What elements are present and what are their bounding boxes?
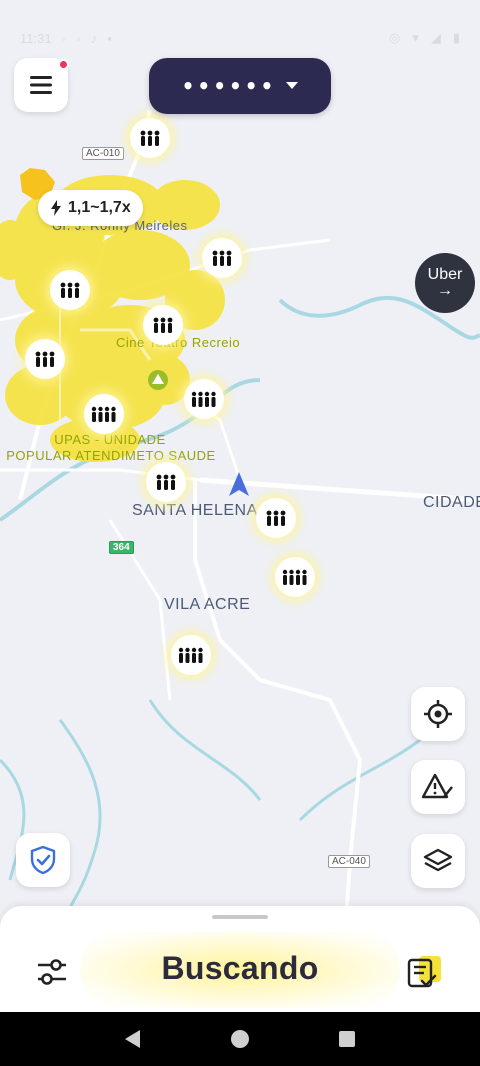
home-icon[interactable]: [230, 1029, 250, 1049]
tasks-button[interactable]: [400, 950, 448, 994]
passenger-cluster-icon[interactable]: [171, 635, 211, 675]
layers-button[interactable]: [411, 834, 465, 888]
warning-edit-icon: [422, 773, 453, 799]
battery-icon: ▮: [452, 30, 460, 45]
status-time: 11:31: [20, 30, 52, 46]
passenger-cluster-icon[interactable]: [184, 379, 224, 419]
crosshair-icon: [424, 700, 452, 728]
map-label-upas-2: POPULAR ATENDIMETO SAUDE: [6, 448, 216, 463]
map-label-santa-helena: SANTA HELENA: [132, 502, 258, 519]
caret-down-icon: [286, 82, 299, 89]
road-badge-ac010: AC-010: [82, 147, 124, 160]
bottom-sheet[interactable]: Buscando: [0, 906, 480, 1014]
passenger-cluster-icon[interactable]: [130, 118, 170, 158]
android-nav-bar: [0, 1012, 480, 1066]
map-view[interactable]: Gr. J. Ronny Meireles Cine Teatro Recrei…: [0, 0, 480, 1010]
map-label-upas-1: UPAS - UNIDADE: [54, 432, 166, 447]
passenger-cluster-icon[interactable]: [146, 462, 186, 502]
arrow-right-icon: →: [437, 282, 453, 299]
hamburger-icon: [30, 76, 52, 94]
passenger-cluster-icon[interactable]: [202, 238, 242, 278]
road-badge-364: 364: [109, 541, 134, 554]
sheet-handle[interactable]: [212, 915, 268, 919]
menu-button[interactable]: [14, 58, 69, 112]
passenger-cluster-icon[interactable]: [256, 498, 296, 538]
lightning-icon: [51, 200, 61, 216]
uber-label: Uber: [427, 266, 463, 283]
filter-button[interactable]: [30, 950, 74, 994]
recents-icon[interactable]: [338, 1030, 356, 1048]
surge-multiplier: 1,1~1,7x: [68, 199, 131, 216]
notification-dot: [58, 59, 69, 70]
report-button[interactable]: [411, 760, 465, 814]
road-badge-ac040: AC-040: [328, 855, 370, 868]
passenger-cluster-icon[interactable]: [143, 305, 183, 345]
signal-icon: ◢: [430, 30, 441, 45]
map-label-cidade: CIDADE: [423, 494, 480, 511]
passenger-cluster-icon[interactable]: [25, 339, 65, 379]
uber-switch-button[interactable]: Uber →: [415, 253, 475, 313]
messenger-icon: ◦: [76, 30, 81, 46]
wifi-icon: ▾: [412, 30, 419, 45]
surge-badge[interactable]: 1,1~1,7x: [38, 190, 143, 226]
checklist-icon: [407, 956, 441, 988]
passenger-cluster-icon[interactable]: [50, 270, 90, 310]
sliders-icon: [38, 959, 66, 985]
tiktok-icon: ♪: [90, 30, 98, 46]
status-bar: 11:31 ◦ ◦ ♪ ▪ ◎ ▾ ◢ ▮: [0, 0, 480, 56]
alarm-icon: ◎: [388, 30, 401, 45]
safety-button[interactable]: [16, 833, 70, 887]
masked-text: ••••••: [181, 74, 277, 98]
map-label-vila-acre: VILA ACRE: [164, 596, 251, 613]
account-selector-pill[interactable]: ••••••: [149, 58, 331, 114]
mail-icon: ▪: [107, 30, 112, 46]
shield-check-icon: [30, 845, 56, 875]
back-icon[interactable]: [124, 1029, 142, 1049]
passenger-cluster-icon[interactable]: [84, 394, 124, 434]
layers-icon: [423, 848, 453, 872]
notification-icon: ◦: [61, 30, 67, 46]
recenter-button[interactable]: [411, 687, 465, 741]
passenger-cluster-icon[interactable]: [275, 557, 315, 597]
